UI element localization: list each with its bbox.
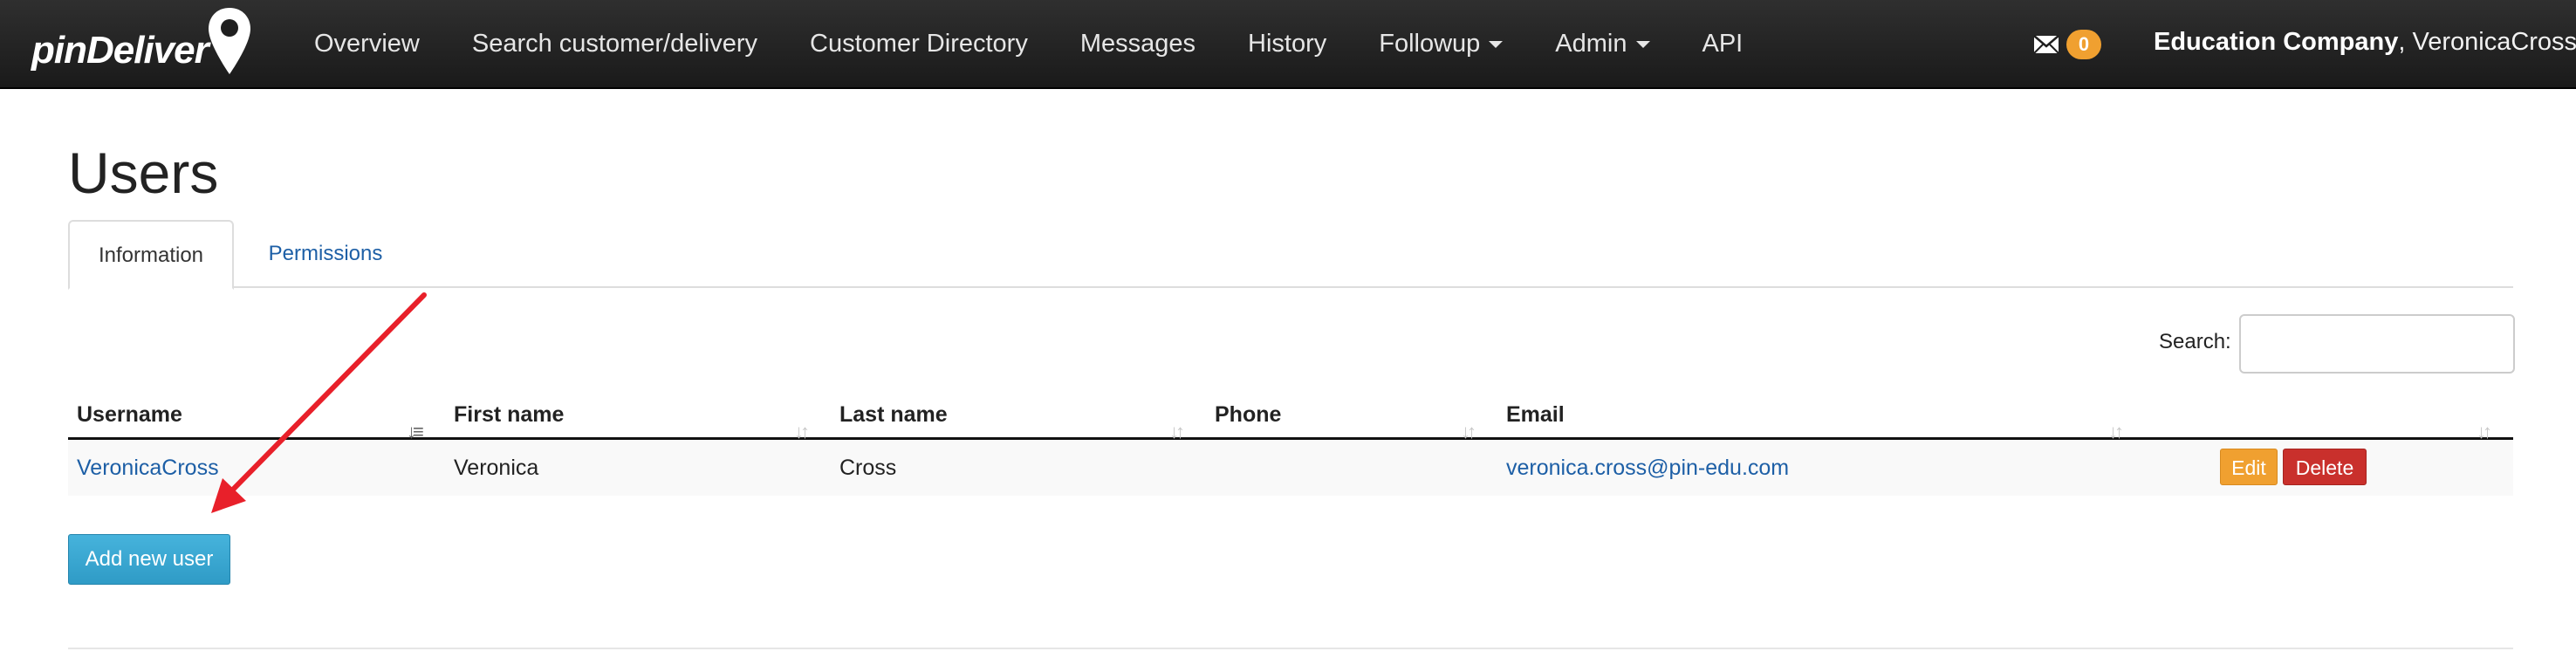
map-pin-icon bbox=[208, 8, 250, 74]
column-label: Phone bbox=[1215, 402, 1282, 427]
tab-information[interactable]: Information bbox=[68, 220, 234, 290]
column-label: Last name bbox=[839, 402, 948, 427]
caret-down-icon bbox=[1635, 40, 1650, 48]
table-row: VeronicaCross Veronica Cross veronica.cr… bbox=[68, 440, 2513, 496]
nav-admin-dropdown[interactable]: Admin bbox=[1555, 29, 1650, 58]
table-header: Username ↓≡ First name ↓↑ Last name ↓↑ P… bbox=[68, 384, 2513, 442]
cell-first-name: Veronica bbox=[454, 456, 539, 480]
tab-permissions[interactable]: Permissions bbox=[234, 220, 417, 290]
page-title: Users bbox=[68, 141, 219, 205]
section-divider bbox=[68, 648, 2513, 649]
nav-admin-label: Admin bbox=[1555, 29, 1627, 58]
add-new-user-button[interactable]: Add new user bbox=[68, 534, 230, 585]
nav-overview[interactable]: Overview bbox=[314, 30, 420, 58]
nav-search-customer-delivery[interactable]: Search customer/delivery bbox=[472, 30, 757, 58]
caret-down-icon bbox=[1489, 40, 1504, 48]
brand-logo[interactable]: pinDeliver bbox=[31, 7, 254, 82]
delete-button[interactable]: Delete bbox=[2283, 449, 2367, 485]
column-header-first-name[interactable]: First name ↓↑ bbox=[445, 384, 831, 442]
cell-phone bbox=[1206, 440, 1215, 496]
user-menu-dropdown[interactable]: Education Company, VeronicaCross bbox=[2154, 28, 2576, 57]
column-header-actions[interactable]: ↓↑ bbox=[2145, 384, 2513, 442]
column-header-last-name[interactable]: Last name ↓↑ bbox=[831, 384, 1206, 442]
top-navbar: pinDeliver Overview Search customer/deli… bbox=[0, 0, 2576, 89]
cell-username-link[interactable]: VeronicaCross bbox=[68, 440, 219, 496]
edit-button[interactable]: Edit bbox=[2220, 449, 2278, 485]
messages-indicator[interactable]: 0 bbox=[2033, 30, 2101, 59]
nav-history[interactable]: History bbox=[1248, 30, 1326, 58]
nav-followup-label: Followup bbox=[1379, 29, 1481, 58]
nav-messages[interactable]: Messages bbox=[1080, 30, 1196, 58]
nav-followup-dropdown[interactable]: Followup bbox=[1379, 29, 1504, 58]
column-label: First name bbox=[454, 402, 565, 427]
user-name: , VeronicaCross bbox=[2398, 28, 2576, 56]
message-count-badge: 0 bbox=[2066, 30, 2101, 59]
column-header-username[interactable]: Username ↓≡ bbox=[68, 384, 445, 442]
search-input[interactable] bbox=[2239, 314, 2515, 374]
column-label: Username bbox=[77, 402, 182, 427]
cell-email-link[interactable]: veronica.cross@pin-edu.com bbox=[1497, 440, 1789, 496]
column-header-email[interactable]: Email ↓↑ bbox=[1497, 384, 2145, 442]
brand-name: pinDeliver bbox=[31, 29, 209, 72]
users-table: Username ↓≡ First name ↓↑ Last name ↓↑ P… bbox=[68, 384, 2513, 496]
column-label: Email bbox=[1506, 402, 1565, 427]
search-label: Search: bbox=[2159, 330, 2231, 353]
main-nav: Overview Search customer/delivery Custom… bbox=[314, 0, 1795, 87]
cell-last-name: Cross bbox=[839, 456, 897, 480]
tab-bar: Information Permissions bbox=[68, 220, 2513, 290]
nav-api[interactable]: API bbox=[1702, 30, 1744, 58]
column-header-phone[interactable]: Phone ↓↑ bbox=[1206, 384, 1497, 442]
company-name: Education Company bbox=[2154, 28, 2399, 56]
envelope-icon bbox=[2033, 35, 2059, 54]
nav-customer-directory[interactable]: Customer Directory bbox=[810, 30, 1028, 58]
